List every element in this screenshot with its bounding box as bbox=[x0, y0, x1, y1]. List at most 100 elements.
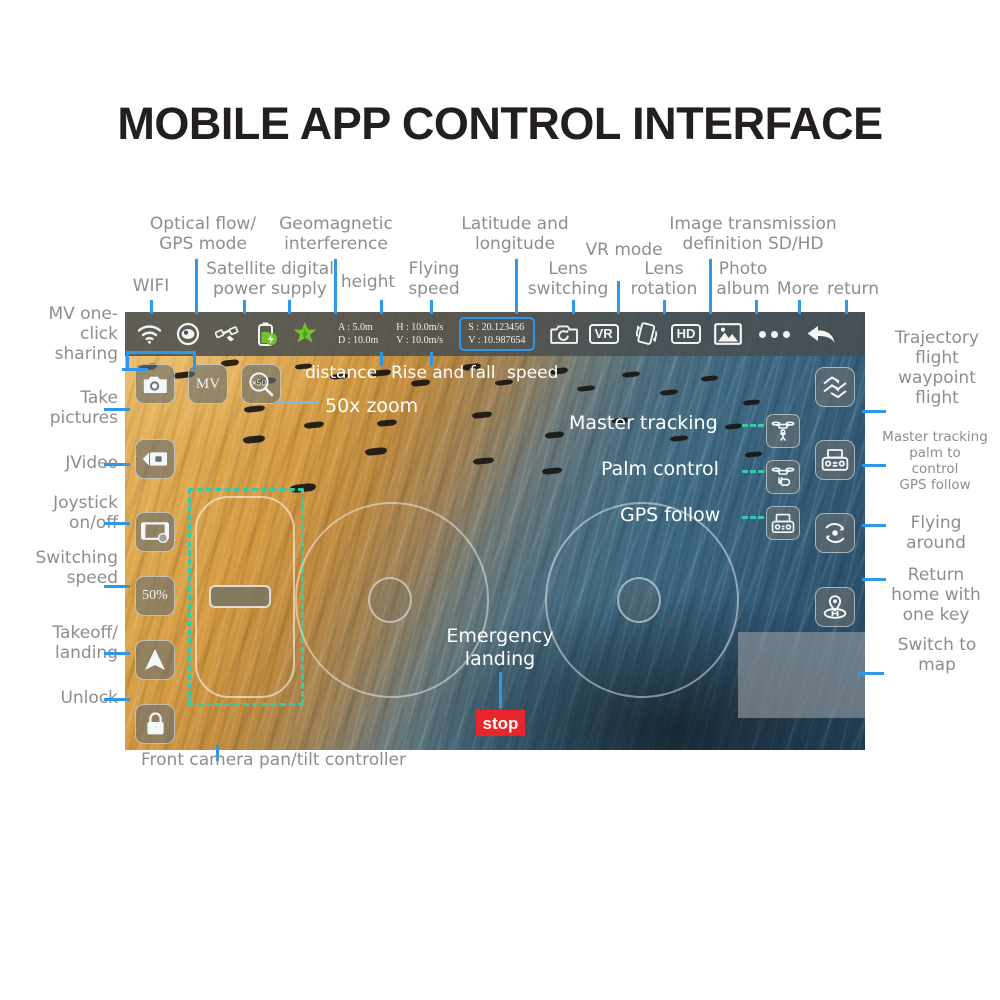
callout-joystick-on-off: Joystick on/off bbox=[8, 493, 118, 533]
callout-geomagnetic-line-2: interference bbox=[284, 234, 388, 254]
photo-album-icon[interactable] bbox=[713, 319, 743, 349]
callout-lens-switch-line-2: switching bbox=[527, 279, 609, 299]
speed-label: speed bbox=[507, 363, 559, 383]
callout-mv-line-2: click bbox=[80, 324, 118, 344]
app-screen: A : 5.0m D : 10.0m H : 10.0m/s V : 10.0m… bbox=[125, 312, 865, 750]
takeoff-landing-button[interactable] bbox=[135, 640, 175, 680]
callout-more-text: More bbox=[776, 279, 820, 299]
callout-takeoff-line-2: landing bbox=[55, 643, 118, 663]
callout-mv-line-3: sharing bbox=[54, 344, 118, 364]
geomagnetic-icon[interactable] bbox=[290, 319, 320, 349]
callout-height: height bbox=[330, 272, 406, 292]
callout-satellite-digital-power-supply: Satellite digital power supply bbox=[187, 259, 353, 299]
callout-unlock-text: Unlock bbox=[60, 688, 118, 708]
speed-switch-label: 50% bbox=[142, 588, 168, 603]
svg-text:×50: ×50 bbox=[252, 378, 267, 388]
gps-follow-label: GPS follow bbox=[620, 504, 721, 526]
leader-trajectory bbox=[862, 410, 886, 413]
more-icon[interactable] bbox=[759, 330, 791, 338]
mv-button-label: MV bbox=[195, 375, 221, 392]
gps-follow-button[interactable] bbox=[766, 506, 800, 540]
leader-rise-fall bbox=[430, 352, 433, 366]
callout-return: return bbox=[824, 279, 882, 299]
altitude-readout: A : 5.0m D : 10.0m bbox=[338, 321, 378, 347]
left-joystick-knob[interactable] bbox=[368, 577, 412, 623]
callout-front-camera-pan-tilt: Front camera pan/tilt controller bbox=[141, 750, 406, 770]
leader-unlock bbox=[104, 698, 130, 701]
leader-flying-speed bbox=[430, 300, 433, 314]
return-home-button[interactable] bbox=[815, 587, 855, 627]
leader-jvideo bbox=[104, 463, 130, 466]
callout-mtp-line-3: control bbox=[911, 461, 959, 477]
gps-latitude: S : 20.123456 bbox=[468, 322, 525, 333]
joystick-toggle-button[interactable] bbox=[135, 512, 175, 552]
callout-jvideo-text: JVideo bbox=[65, 453, 118, 473]
switch-to-map-minimap[interactable] bbox=[738, 632, 865, 718]
callout-rth-line-1: Return bbox=[907, 565, 965, 585]
emergency-stop-button[interactable]: stop bbox=[476, 710, 525, 736]
callout-lens-rot-line-2: rotation bbox=[630, 279, 698, 299]
hd-icon[interactable]: HD bbox=[670, 324, 702, 344]
master-tracking-leader bbox=[742, 424, 764, 427]
callout-album-line-1: Photo bbox=[718, 259, 768, 279]
lens-rotation-icon[interactable] bbox=[631, 319, 661, 349]
callout-imgtrans-line-1: Image transmission bbox=[669, 214, 837, 234]
waypoint-flight-button[interactable] bbox=[815, 367, 855, 407]
flying-around-button[interactable] bbox=[815, 513, 855, 553]
lens-switching-icon[interactable] bbox=[549, 319, 579, 349]
video-button[interactable] bbox=[135, 439, 175, 479]
callout-lens-rotation: Lens rotation bbox=[624, 259, 704, 299]
palm-control-button[interactable] bbox=[766, 460, 800, 494]
callout-height-text: height bbox=[340, 272, 396, 292]
callout-return-home-with-one-key: Return home with one key bbox=[876, 565, 996, 625]
speed-readout: H : 10.0m/s V : 10.0m/s bbox=[396, 321, 443, 347]
wifi-icon[interactable] bbox=[134, 319, 164, 349]
distance-label: distance bbox=[305, 363, 378, 383]
callout-rth-line-3: one key bbox=[902, 605, 970, 625]
leader-master-tracking-panel bbox=[862, 464, 886, 467]
leader-return-home bbox=[862, 578, 886, 581]
callout-traj-line-2: flight bbox=[915, 348, 959, 368]
callout-flying-speed: Flying speed bbox=[396, 259, 472, 299]
callout-flying-line-1: Flying bbox=[408, 259, 460, 279]
callout-take-pictures: Take pictures bbox=[12, 388, 118, 428]
unlock-button[interactable] bbox=[135, 704, 175, 744]
master-tracking-button[interactable] bbox=[766, 414, 800, 448]
return-icon[interactable] bbox=[806, 319, 836, 349]
callout-return-text: return bbox=[827, 279, 879, 299]
leader-optical bbox=[195, 259, 198, 314]
callout-more: More bbox=[772, 279, 824, 299]
leader-joystick bbox=[104, 522, 130, 525]
callout-optical-line-1: Optical flow/ bbox=[149, 214, 257, 234]
speed-line-1: H : 10.0m/s bbox=[396, 322, 444, 333]
leader-switch-to-map bbox=[858, 672, 884, 675]
pan-tilt-slider-handle[interactable] bbox=[209, 585, 271, 608]
right-joystick-knob[interactable] bbox=[617, 577, 661, 623]
callout-mtp-line-1: Master tracking bbox=[882, 429, 988, 445]
callout-takeoff-line-1: Takeoff/ bbox=[52, 623, 118, 643]
vr-mode-icon[interactable]: VR bbox=[588, 324, 619, 344]
callout-joystick-line-2: on/off bbox=[68, 513, 118, 533]
optical-flow-gps-icon[interactable] bbox=[173, 319, 203, 349]
callout-mv-one-click-sharing: MV one- click sharing bbox=[12, 304, 118, 364]
callout-traj-line-4: flight bbox=[915, 388, 959, 408]
app-toolbar: A : 5.0m D : 10.0m H : 10.0m/s V : 10.0m… bbox=[125, 312, 865, 356]
callout-vr-mode: VR mode bbox=[578, 240, 670, 260]
callout-lens-switch-line-1: Lens bbox=[548, 259, 588, 279]
callout-take-line-2: pictures bbox=[49, 408, 118, 428]
battery-icon[interactable] bbox=[251, 319, 281, 349]
master-tracking-panel-button[interactable] bbox=[815, 440, 855, 480]
callout-imgtrans-line-2: definition SD/HD bbox=[682, 234, 824, 254]
speed-switch-button[interactable]: 50% bbox=[135, 576, 175, 616]
callout-takeoff-landing: Takeoff/ landing bbox=[8, 623, 118, 663]
satellite-icon[interactable] bbox=[212, 319, 242, 349]
zoom-50x-button[interactable]: ×50 bbox=[241, 364, 281, 404]
callout-unlock: Unlock bbox=[12, 688, 118, 708]
leader-more bbox=[798, 300, 801, 314]
emergency-line-1: Emergency bbox=[446, 625, 554, 647]
leader-lens-switching bbox=[572, 300, 575, 314]
leader-lens-rotation bbox=[663, 300, 666, 314]
callout-flyaround-line-1: Flying bbox=[910, 513, 962, 533]
callout-traj-line-1: Trajectory bbox=[895, 328, 979, 348]
palm-control-leader bbox=[742, 470, 764, 473]
